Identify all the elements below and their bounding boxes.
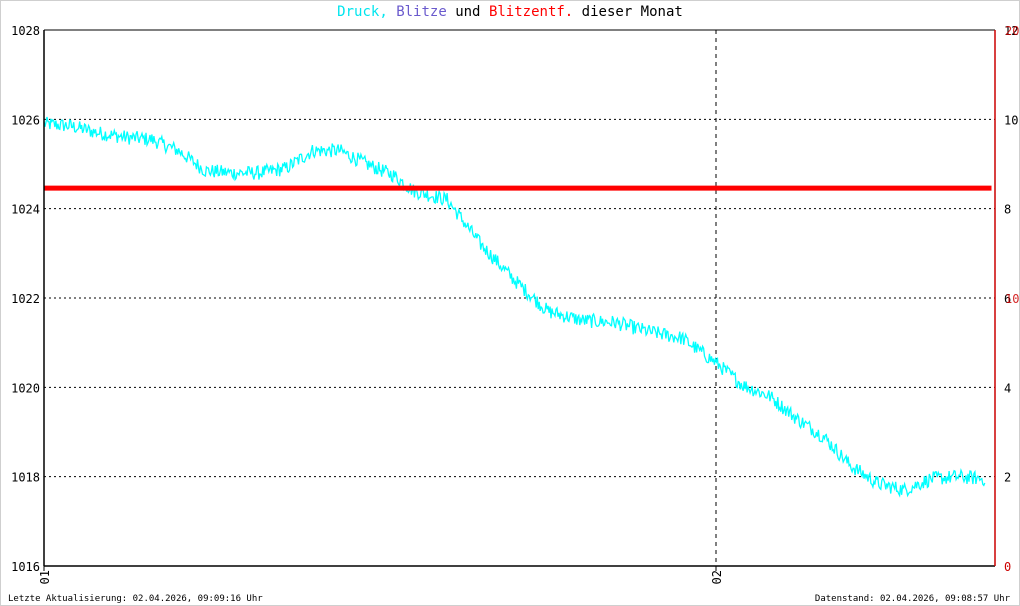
footer-data-state: Datenstand: 02.04.2026, 09:08:57 Uhr — [814, 594, 1010, 604]
distance-tick-label: 10 — [1005, 292, 1019, 306]
footer-last-update: Letzte Aktualisierung: 02.04.2026, 09:09… — [8, 594, 263, 604]
right-tick-label: 8 — [1004, 203, 1011, 217]
y-tick-label: 1018 — [11, 471, 40, 485]
series-druck-line — [43, 116, 986, 498]
right-tick-label: 0 — [1004, 560, 1011, 574]
right-tick-label: 10 — [1004, 113, 1018, 127]
y-tick-label: 1026 — [11, 113, 40, 127]
y-tick-label: 1024 — [11, 203, 40, 217]
x-tick-label: 02 — [710, 570, 724, 584]
y-tick-label: 1016 — [11, 560, 40, 574]
y-tick-label: 1020 — [11, 381, 40, 395]
y-tick-label: 1028 — [11, 24, 40, 38]
pressure-chart: 1016101810201022102410261028024681012102… — [11, 24, 1019, 584]
right-tick-label: 4 — [1004, 381, 1011, 395]
right-tick-label: 2 — [1004, 471, 1011, 485]
distance-tick-label: 20 — [1005, 24, 1019, 38]
x-tick-label: 01 — [38, 570, 52, 584]
y-tick-label: 1022 — [11, 292, 40, 306]
